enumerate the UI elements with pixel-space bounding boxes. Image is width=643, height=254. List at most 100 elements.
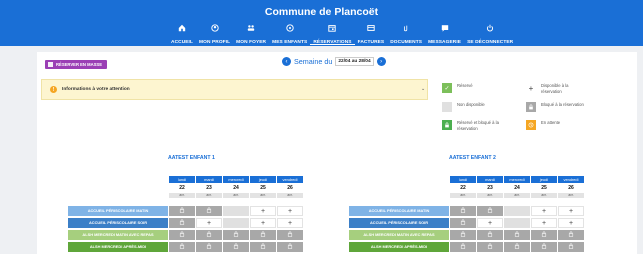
child-name: AATEST ENFANT 1: [168, 155, 215, 161]
available-slot[interactable]: +: [277, 218, 303, 228]
activity-label: ALSH MERCREDI MATIN AVEC REPAS: [68, 230, 168, 240]
day-name: vendredi: [277, 176, 303, 183]
nav-item-4[interactable]: RÉSERVATIONS: [310, 19, 355, 45]
nav-item-0[interactable]: ACCUEIL: [168, 19, 196, 45]
nav-item-7[interactable]: MESSAGERIE: [425, 19, 464, 45]
day-number: 22: [169, 184, 195, 192]
locked-slot: [277, 230, 303, 240]
lock-icon: [206, 231, 212, 239]
nav-label: MESSAGERIE: [428, 40, 462, 45]
available-slot[interactable]: +: [196, 218, 222, 228]
activity-row: ACCUEIL PÉRISCOLAIRE SOIR + + +: [349, 218, 585, 228]
unavailable-slot: [504, 218, 530, 228]
plus-icon: +: [568, 207, 574, 215]
activity-label: ALSH MERCREDI APRÈS-MIDI: [68, 242, 168, 252]
mass-booking-button[interactable]: RÉSERVER EN MASSE: [45, 60, 107, 69]
nav-label: FACTURES: [357, 40, 385, 45]
power-icon: [486, 19, 494, 37]
lock-icon: [541, 231, 547, 239]
chevron-left-icon[interactable]: ‹: [282, 57, 291, 66]
day-number: 24: [504, 184, 530, 192]
legend-item: Non disponible: [442, 102, 503, 112]
lock-icon: [487, 243, 493, 251]
activity-row: ALSH MERCREDI MATIN AVEC REPAS: [68, 230, 304, 240]
lock-icon: [460, 243, 466, 251]
day-month: avr.: [477, 193, 503, 198]
locked-slot: [223, 230, 249, 240]
legend-item: ✓ Réservé: [442, 83, 503, 93]
available-slot[interactable]: +: [277, 206, 303, 216]
nav-item-8[interactable]: SE DÉCONNECTER: [464, 19, 516, 45]
day-months-row: avr. avr. avr. avr. avr.: [450, 193, 585, 198]
nav-label: SE DÉCONNECTER: [467, 40, 514, 45]
available-slot[interactable]: +: [558, 218, 584, 228]
locked-slot: [477, 242, 503, 252]
plus-icon: +: [541, 219, 547, 227]
day-name: jeudi: [531, 176, 557, 183]
day-name: vendredi: [558, 176, 584, 183]
legend-label: Réservé et bloqué à la réservation: [457, 120, 499, 131]
day-numbers-row: 22 23 24 25 26: [169, 184, 304, 192]
day-month: avr.: [558, 193, 584, 198]
week-navigator: ‹ Semaine du 22/04 au 28/04 ›: [282, 57, 386, 66]
lock-icon: [179, 231, 185, 239]
locked-slot: [250, 230, 276, 240]
legend-label: Non disponible: [457, 102, 485, 107]
chevron-right-icon[interactable]: ›: [376, 57, 386, 66]
lock-icon: [460, 219, 466, 227]
day-name: mardi: [196, 176, 222, 183]
day-number: 26: [277, 184, 303, 192]
day-names-row: lundi mardi mercredi jeudi vendredi: [169, 176, 304, 183]
app-title: Commune de Plancoët: [264, 6, 379, 18]
locked-slot: [196, 242, 222, 252]
nav-item-6[interactable]: DOCUMENTS: [387, 19, 425, 45]
lock-icon: [206, 207, 212, 215]
available-slot[interactable]: +: [531, 218, 557, 228]
locked-slot: [450, 242, 476, 252]
locked-slot: [169, 242, 195, 252]
available-slot[interactable]: +: [558, 206, 584, 216]
day-number: 26: [558, 184, 584, 192]
plus-icon: +: [487, 219, 493, 227]
available-slot[interactable]: +: [250, 206, 276, 216]
available-slot[interactable]: +: [531, 206, 557, 216]
lock-icon: [179, 243, 185, 251]
plus-icon: +: [260, 219, 266, 227]
nav-item-3[interactable]: MES ENFANTS: [269, 19, 310, 45]
info-banner[interactable]: ! Informations à votre attention ⌄: [41, 79, 428, 100]
day-number: 25: [531, 184, 557, 192]
available-slot[interactable]: +: [477, 218, 503, 228]
legend-label: Réservé: [457, 83, 473, 88]
mass-booking-label: RÉSERVER EN MASSE: [56, 62, 102, 67]
legend-item: Bloqué à la réservation: [526, 102, 587, 112]
lock-icon: [179, 219, 185, 227]
nav-item-2[interactable]: MON FOYER: [233, 19, 269, 45]
lock-icon: [442, 120, 452, 130]
lock-icon: [287, 231, 293, 239]
legend-label: Bloqué à la réservation: [541, 102, 584, 107]
lock-icon: [541, 243, 547, 251]
day-month: avr.: [277, 193, 303, 198]
available-slot[interactable]: +: [250, 218, 276, 228]
chevron-down-icon[interactable]: ⌄: [421, 86, 425, 92]
activity-label: ACCUEIL PÉRISCOLAIRE SOIR: [349, 218, 449, 228]
lock-icon: [179, 207, 185, 215]
nav-item-1[interactable]: MON PROFIL: [196, 19, 233, 45]
nav-label: MES ENFANTS: [272, 40, 308, 45]
week-range[interactable]: 22/04 au 28/04: [335, 57, 374, 66]
activity-row: ACCUEIL PÉRISCOLAIRE SOIR + + +: [68, 218, 304, 228]
activity-label: ACCUEIL PÉRISCOLAIRE MATIN: [68, 206, 168, 216]
day-name: mercredi: [504, 176, 530, 183]
lock-icon: [260, 231, 266, 239]
legend-item: Réservé et bloqué à la réservation: [442, 120, 503, 132]
invoice-icon: [367, 19, 375, 37]
plus-icon: +: [206, 219, 212, 227]
nav-item-5[interactable]: FACTURES: [355, 19, 388, 45]
legend-swatch: [442, 102, 452, 112]
unavailable-slot: [223, 218, 249, 228]
activity-row: ALSH MERCREDI APRÈS-MIDI: [349, 242, 585, 252]
plus-icon: +: [526, 83, 536, 93]
plus-icon: +: [287, 207, 293, 215]
child-icon: [286, 19, 294, 37]
plus-icon: +: [568, 219, 574, 227]
